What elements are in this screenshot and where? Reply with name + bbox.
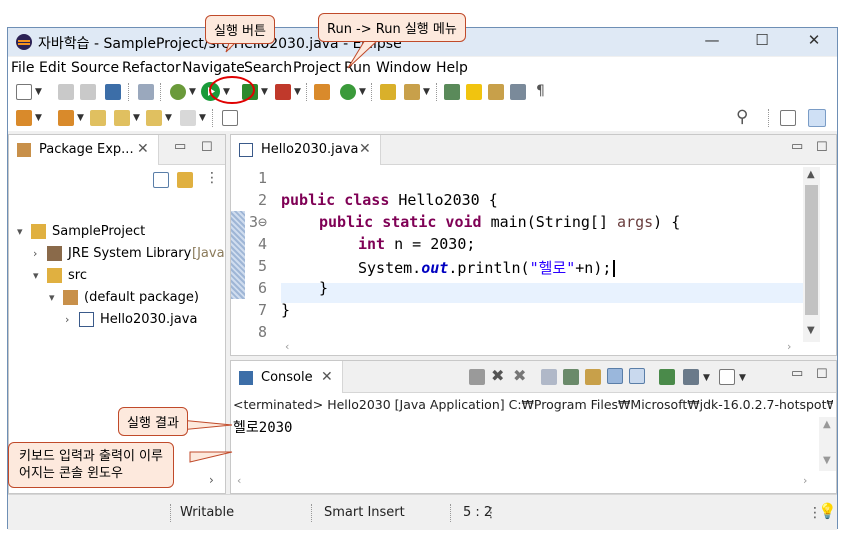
callout-run-button: 실행 버튼 (205, 15, 275, 44)
callout-console-desc: 키보드 입력과 출력이 이루 어지는 콘솔 윈도우 (8, 442, 174, 488)
callout-run-menu: Run -> Run 실행 메뉴 (318, 13, 466, 42)
callout-console-desc-line2: 어지는 콘솔 윈도우 (19, 466, 123, 481)
callout-result: 실행 결과 (118, 407, 188, 436)
callout-console-desc-line1: 키보드 입력과 출력이 이루 (19, 449, 163, 464)
